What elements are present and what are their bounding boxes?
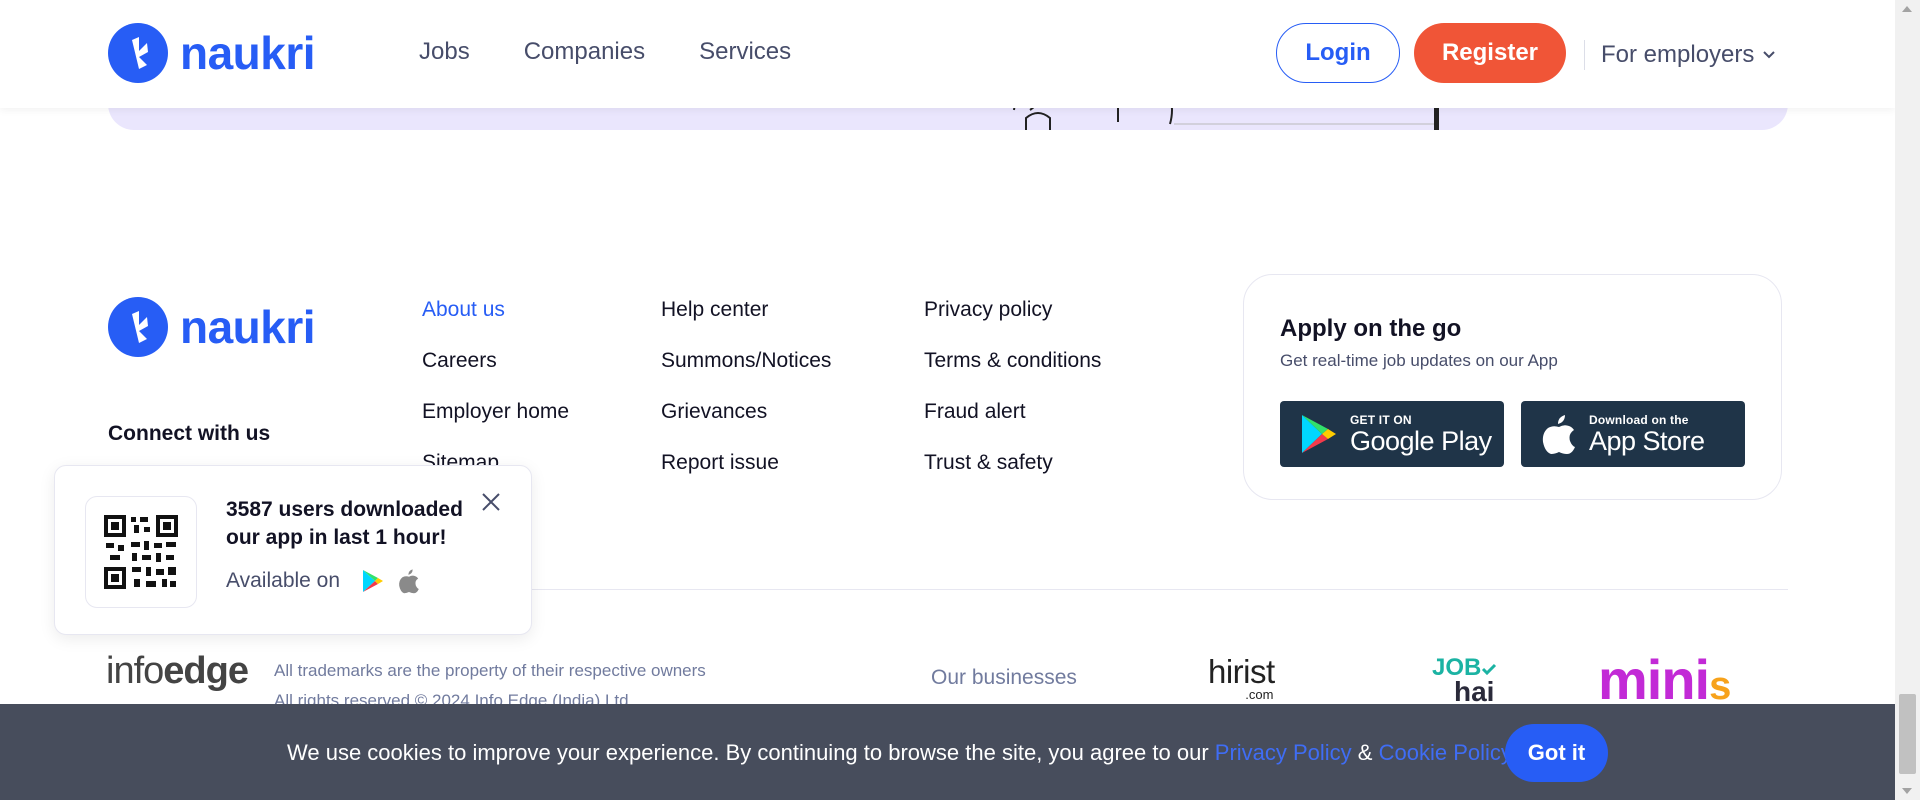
apple-icon: [1542, 415, 1575, 454]
footer-naukri-logo[interactable]: naukri: [108, 297, 316, 357]
hirist-tld: .com: [1245, 687, 1274, 702]
naukri-logo[interactable]: naukri: [108, 23, 316, 83]
scroll-up-arrow-icon[interactable]: [1902, 6, 1912, 12]
footer-link-about-us[interactable]: About us: [422, 298, 569, 322]
close-icon[interactable]: [479, 490, 503, 514]
app-download-popup: 3587 users downloaded our app in last 1 …: [54, 465, 532, 635]
register-button[interactable]: Register: [1414, 23, 1566, 83]
footer-link-trust-safety[interactable]: Trust & safety: [924, 451, 1101, 475]
app-card-subtitle: Get real-time job updates on our App: [1280, 351, 1558, 370]
logo-text: naukri: [180, 301, 316, 353]
jobhai-logo[interactable]: JOB hai: [1432, 656, 1497, 707]
available-on-label: Available on: [226, 569, 341, 592]
minis-s: s: [1709, 664, 1731, 708]
infoedge-prefix: info: [106, 650, 164, 692]
hirist-logo[interactable]: hirist .com: [1208, 653, 1275, 702]
popup-line-1: 3587 users downloaded: [226, 498, 463, 521]
chevron-down-icon: [1763, 51, 1776, 59]
qr-code: [85, 496, 197, 608]
page-scrollbar[interactable]: [1895, 0, 1920, 800]
google-play-big-text: Google Play: [1350, 426, 1492, 456]
cookie-policy-link[interactable]: Cookie Policy: [1379, 740, 1512, 765]
footer-link-help-center[interactable]: Help center: [661, 298, 831, 322]
footer-link-terms[interactable]: Terms & conditions: [924, 349, 1101, 373]
app-store-button[interactable]: Download on the App Store: [1521, 401, 1745, 467]
for-employers-dropdown[interactable]: For employers: [1601, 41, 1776, 69]
footer-link-privacy-policy[interactable]: Privacy policy: [924, 298, 1101, 322]
nav-services[interactable]: Services: [699, 38, 791, 66]
footer-link-careers[interactable]: Careers: [422, 349, 569, 373]
our-businesses-label: Our businesses: [931, 666, 1077, 689]
footer-link-summons[interactable]: Summons/Notices: [661, 349, 831, 373]
google-play-icon: [1302, 415, 1336, 453]
privacy-policy-link[interactable]: Privacy Policy: [1215, 740, 1352, 765]
login-button[interactable]: Login: [1276, 23, 1400, 83]
for-employers-label: For employers: [1601, 41, 1755, 68]
footer-links-column-3: Privacy policy Terms & conditions Fraud …: [924, 298, 1101, 475]
cookie-ampersand: &: [1351, 740, 1379, 765]
nav-jobs[interactable]: Jobs: [419, 38, 470, 66]
google-play-button[interactable]: GET IT ON Google Play: [1280, 401, 1504, 467]
main-nav: Jobs Companies Services: [419, 38, 791, 66]
footer-link-grievances[interactable]: Grievances: [661, 400, 831, 424]
got-it-button[interactable]: Got it: [1505, 724, 1608, 782]
header-divider: [1584, 40, 1585, 70]
jobhai-bottom: hai: [1454, 676, 1495, 707]
google-play-small-text: GET IT ON: [1350, 413, 1412, 427]
cookie-text: We use cookies to improve your experienc…: [287, 740, 1215, 765]
popup-message: 3587 users downloaded our app in last 1 …: [226, 496, 466, 552]
hirist-name: hirist: [1208, 653, 1275, 690]
app-card-title: Apply on the go: [1280, 315, 1462, 342]
minis-main: mini: [1598, 648, 1710, 711]
apple-icon[interactable]: [398, 568, 420, 594]
infoedge-logo[interactable]: infoedge: [106, 650, 249, 693]
available-on-row: Available on: [226, 568, 420, 594]
app-download-card: Apply on the go Get real-time job update…: [1243, 274, 1782, 500]
popup-line-2: our app in last 1 hour!: [226, 526, 447, 549]
google-play-icon[interactable]: [362, 569, 384, 593]
nav-companies[interactable]: Companies: [524, 38, 645, 66]
logo-text: naukri: [180, 27, 316, 79]
app-store-big-text: App Store: [1589, 426, 1705, 456]
scroll-down-arrow-icon[interactable]: [1902, 788, 1912, 794]
trademark-line-1: All trademarks are the property of their…: [274, 661, 706, 680]
top-header: naukri Jobs Companies Services Login Reg…: [0, 0, 1895, 108]
footer-link-employer-home[interactable]: Employer home: [422, 400, 569, 424]
connect-with-us-heading: Connect with us: [108, 422, 271, 445]
cookie-message: We use cookies to improve your experienc…: [287, 740, 1512, 766]
footer-links-column-1: About us Careers Employer home Sitemap: [422, 298, 569, 475]
naukri-logo-icon: [108, 23, 168, 83]
infoedge-suffix: edge: [163, 650, 249, 692]
footer-link-report-issue[interactable]: Report issue: [661, 451, 831, 475]
cookie-consent-bar: We use cookies to improve your experienc…: [0, 704, 1895, 800]
app-store-small-text: Download on the: [1589, 413, 1689, 427]
checkmark-icon: [1482, 663, 1497, 676]
naukri-logo-icon: [108, 297, 168, 357]
scrollbar-thumb[interactable]: [1899, 694, 1916, 774]
footer-links-column-2: Help center Summons/Notices Grievances R…: [661, 298, 831, 475]
qr-code-icon: [104, 515, 178, 589]
footer-link-fraud-alert[interactable]: Fraud alert: [924, 400, 1101, 424]
